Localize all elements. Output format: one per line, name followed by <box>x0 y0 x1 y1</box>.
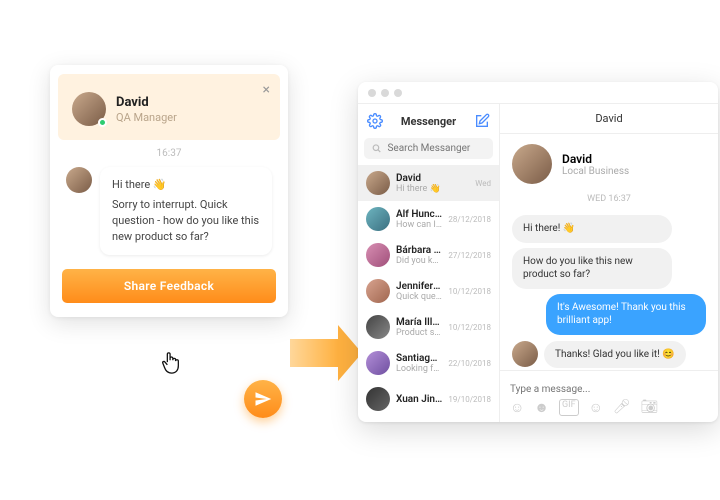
window-titlebar <box>358 82 718 104</box>
send-fab-button[interactable] <box>244 380 282 418</box>
conv-name: María Illes... <box>396 317 442 328</box>
chat-contact-sub: Local Business <box>562 166 629 177</box>
conv-name: David <box>396 173 469 184</box>
incoming-message: How do you like this new product so far? <box>512 248 672 289</box>
conv-name: Xuan Jingyi <box>396 394 442 405</box>
conversation-item[interactable]: Xuan Jingyi 19/10/2018 <box>358 381 499 417</box>
messenger-window: Messenger David Hi there 👋 Wed Alf Hunco… <box>358 82 718 422</box>
incoming-message: Hi there! 👋 <box>512 215 672 243</box>
search-input[interactable] <box>387 143 485 154</box>
message-greeting: Hi there 👋 <box>112 177 260 193</box>
widget-header: × David QA Manager <box>58 74 280 140</box>
avatar <box>366 315 390 339</box>
avatar <box>366 351 390 375</box>
conv-preview: Hi there 👋 <box>396 184 469 194</box>
conv-name: Bárbara Co... <box>396 245 442 256</box>
close-icon[interactable]: × <box>263 82 270 98</box>
conversation-item[interactable]: Jennifer Re... Quick question - how 10/1… <box>358 273 499 309</box>
avatar <box>512 341 538 367</box>
avatar <box>366 207 390 231</box>
mic-icon[interactable]: 🎤︎ <box>613 399 631 416</box>
online-indicator <box>98 118 107 127</box>
conv-name: Jennifer Re... <box>396 281 442 292</box>
compose-area: ☺ ☻ GIF ☺ 🎤︎ 📷︎ <box>500 370 718 422</box>
traffic-light-icon <box>394 89 402 97</box>
emoji-icon[interactable]: ☻ <box>534 399 549 416</box>
avatar <box>66 167 92 193</box>
send-icon <box>254 390 272 408</box>
avatar <box>366 171 390 195</box>
incoming-message: Thanks! Glad you like it! 😊 <box>544 341 686 369</box>
conv-preview: Looking for a place... <box>396 364 442 374</box>
chat-pane: David David Local Business WED 16:37 Hi … <box>500 104 718 422</box>
transition-arrow <box>290 325 362 381</box>
compose-icon[interactable] <box>473 112 491 130</box>
sticker-icon[interactable]: ☺ <box>510 399 524 416</box>
avatar <box>366 387 390 411</box>
search-box[interactable] <box>364 138 493 159</box>
conv-date: 28/12/2018 <box>448 215 491 224</box>
message-row: Hi there 👋 Sorry to interrupt. Quick que… <box>60 167 278 255</box>
conversation-item[interactable]: María Illes... Product so far... 10/12/2… <box>358 309 499 345</box>
traffic-light-icon <box>368 89 376 97</box>
outgoing-message: It's Awesome! Thank you this brilliant a… <box>546 294 706 335</box>
chat-header: David Local Business <box>500 134 718 194</box>
avatar <box>72 92 106 126</box>
agent-role: QA Manager <box>116 111 177 124</box>
share-feedback-button[interactable]: Share Feedback <box>62 269 276 303</box>
conversation-list: David Hi there 👋 Wed Alf Huncoot How can… <box>358 165 499 422</box>
conv-date: 27/12/2018 <box>448 251 491 260</box>
avatar <box>366 279 390 303</box>
chat-messages: Hi there! 👋 How do you like this new pro… <box>500 210 718 370</box>
avatar <box>366 243 390 267</box>
camera-icon[interactable]: 📷︎ <box>641 399 659 416</box>
cursor-hand-icon <box>160 350 182 381</box>
conv-date: 22/10/2018 <box>448 359 491 368</box>
conv-preview: Quick question - how <box>396 292 442 302</box>
message-bubble: Hi there 👋 Sorry to interrupt. Quick que… <box>100 167 272 255</box>
gear-icon[interactable] <box>366 112 384 130</box>
conv-name: Santiago... <box>396 353 442 364</box>
conversation-item[interactable]: Santiago... Looking for a place... 22/10… <box>358 345 499 381</box>
conversation-item[interactable]: David Hi there 👋 Wed <box>358 165 499 201</box>
message-time: 16:37 <box>60 148 278 159</box>
message-body: Sorry to interrupt. Quick question - how… <box>112 197 260 245</box>
conv-preview: How can I help you? <box>396 220 442 230</box>
conv-date: 19/10/2018 <box>448 395 491 404</box>
conv-preview: Product so far... <box>396 328 442 338</box>
conversation-sidebar: Messenger David Hi there 👋 Wed Alf Hunco… <box>358 104 500 422</box>
conversation-item[interactable]: Bárbara Co... Did you know that... 27/12… <box>358 237 499 273</box>
smiley-icon[interactable]: ☺ <box>589 399 603 416</box>
conv-date: 10/12/2018 <box>448 287 491 296</box>
sidebar-title: Messenger <box>401 115 456 128</box>
conversation-item[interactable]: Alf Huncoot How can I help you? 28/12/20… <box>358 201 499 237</box>
avatar <box>512 144 552 184</box>
chat-date-divider: WED 16:37 <box>500 194 718 204</box>
chat-title: David <box>500 104 718 134</box>
search-icon <box>372 143 381 154</box>
traffic-light-icon <box>381 89 389 97</box>
agent-name: David <box>116 95 177 110</box>
conv-preview: Did you know that... <box>396 256 442 266</box>
conv-date: Wed <box>475 179 491 188</box>
compose-input[interactable] <box>510 384 708 395</box>
chat-contact-name: David <box>562 152 629 166</box>
conv-date: 10/12/2018 <box>448 323 491 332</box>
chat-widget: × David QA Manager 16:37 Hi there 👋 Sorr… <box>50 65 288 317</box>
gif-icon[interactable]: GIF <box>559 399 579 416</box>
conv-name: Alf Huncoot <box>396 209 442 220</box>
